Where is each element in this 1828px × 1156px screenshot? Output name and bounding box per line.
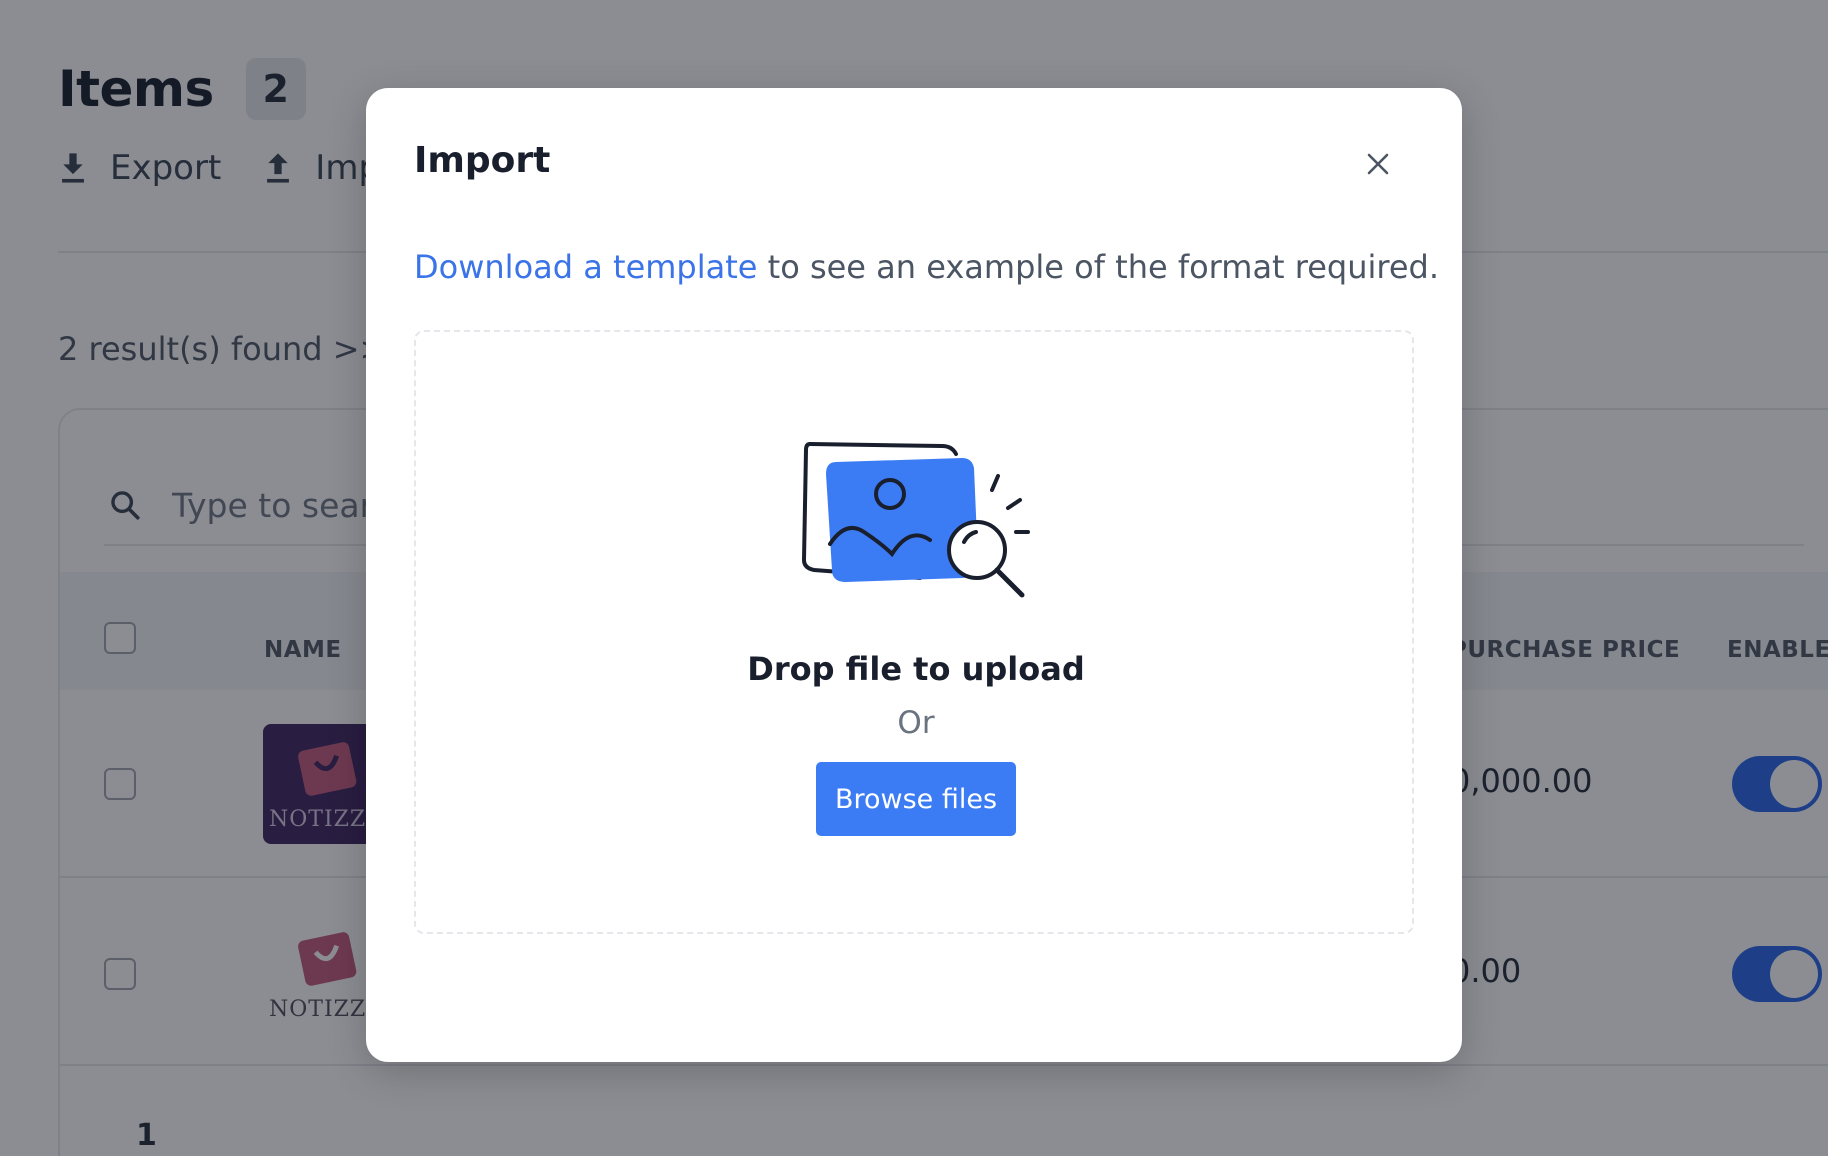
modal-title: Import xyxy=(414,140,551,181)
file-dropzone[interactable]: Drop file to upload Or Browse files xyxy=(414,330,1414,934)
close-button[interactable] xyxy=(1354,140,1402,188)
template-help-suffix: to see an example of the format required… xyxy=(757,248,1440,286)
browse-files-button[interactable]: Browse files xyxy=(816,762,1016,836)
dropzone-or-text: Or xyxy=(897,705,935,741)
template-help-text: Download a template to see an example of… xyxy=(414,248,1439,286)
import-modal: Import Download a template to see an exa… xyxy=(366,88,1462,1062)
image-search-illustration xyxy=(801,442,1030,598)
close-icon xyxy=(1367,153,1389,175)
dropzone-title: Drop file to upload xyxy=(747,650,1085,688)
download-template-link[interactable]: Download a template xyxy=(414,248,757,286)
